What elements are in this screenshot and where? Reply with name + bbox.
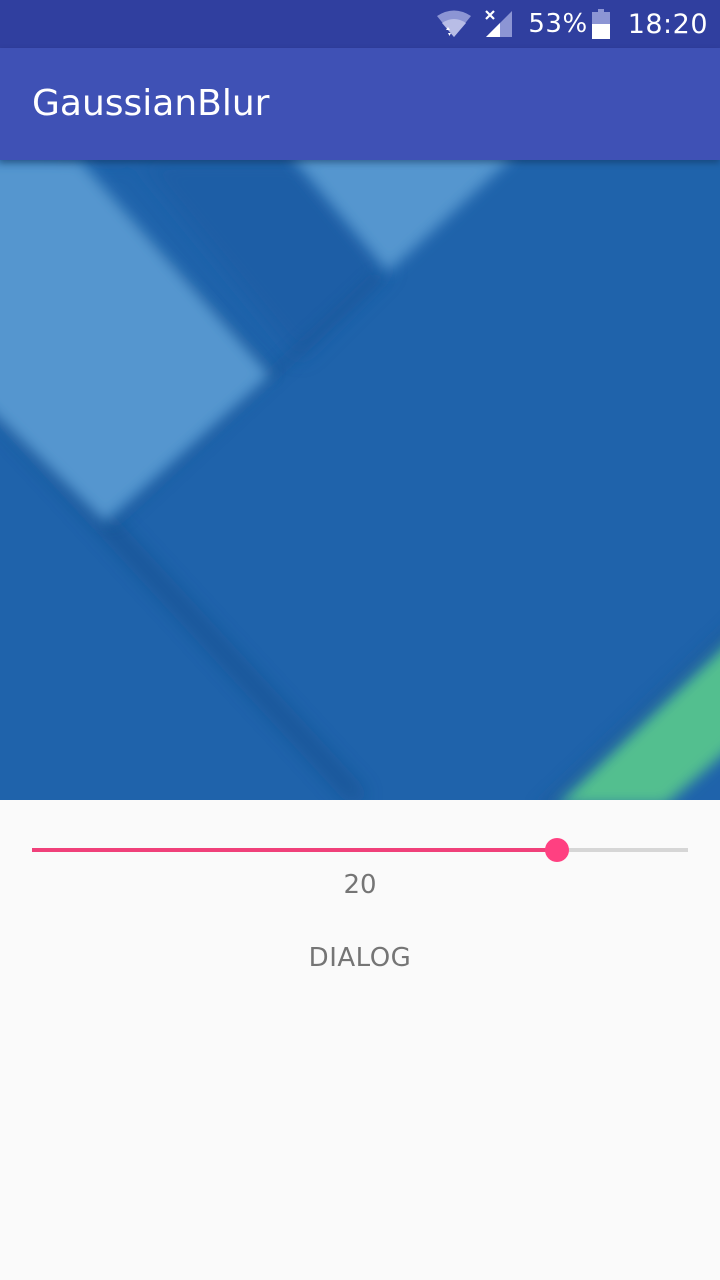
blurred-material-background-image [0,160,720,800]
blurred-image [0,160,720,800]
blur-radius-slider[interactable] [32,830,688,870]
slider-thumb[interactable] [545,838,569,862]
status-bar: 53% 18:20 [0,0,720,48]
clock: 18:20 [627,8,708,40]
app-title: GaussianBlur [32,83,270,124]
status-icons: 53% 18:20 [436,0,708,48]
slider-fill [32,848,557,852]
signal-icon [484,9,514,39]
app-bar: GaussianBlur [0,48,720,160]
wifi-icon [436,9,472,39]
battery-icon [591,9,610,39]
dialog-button[interactable]: DIALOG [260,932,460,984]
battery-percent: 53% [528,9,588,39]
slider-value-label: 20 [343,870,377,900]
